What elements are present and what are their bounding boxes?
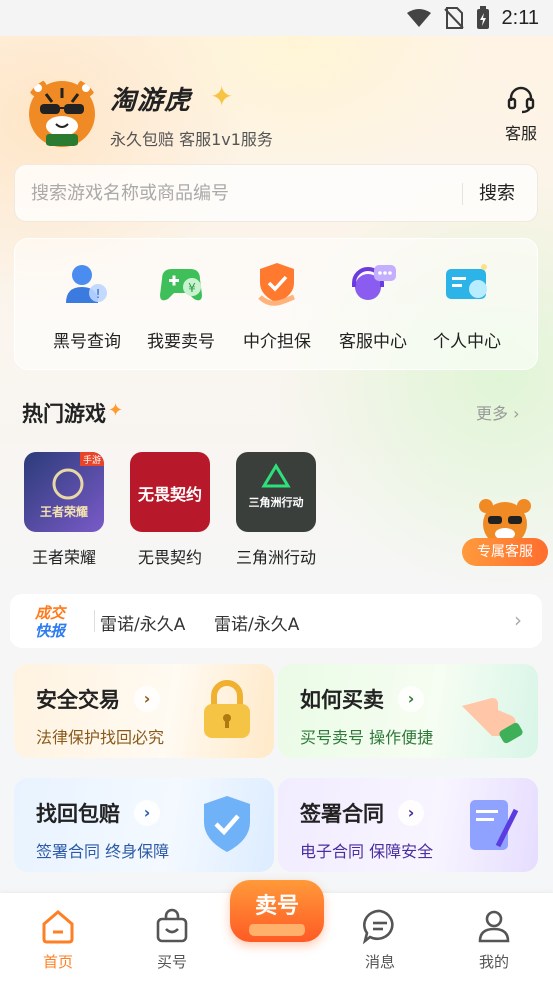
nav-label: 首页 [42,953,73,971]
id-card-icon [446,264,487,299]
shield-check-icon [258,263,295,306]
game-item-delta-force[interactable]: 三角洲行动 三角洲行动 [226,452,326,568]
how-to-trade-card[interactable]: 如何买卖 › 买号卖号 操作便捷 [278,664,538,758]
user-icon [478,910,510,943]
nav-home[interactable]: 首页 [18,907,98,972]
sparkle-icon: ✦ [210,80,234,113]
card-subtitle: 签署合同 终身保障 [36,842,170,861]
no-sim-icon [443,7,464,29]
headset-chat-icon [352,265,396,300]
nav-label: 消息 [364,953,395,971]
title-sparkle-icon: ✦ [108,400,124,421]
gamepad-icon [249,924,305,936]
nav-messages[interactable]: 消息 [340,907,420,972]
chevron-right-icon: › [398,800,424,826]
user-search-icon: ! [66,265,107,303]
app-name: 淘游虎 [110,86,192,116]
ticker-divider [94,610,95,632]
search-divider [462,183,463,205]
battery-icon [476,6,489,29]
tiger-mascot-icon [479,499,531,544]
badge-bottom: 快报 [35,622,67,640]
game-icon-text: 王者荣耀 [40,504,88,519]
sell-account-fab[interactable]: 卖号 [230,880,324,942]
search-button[interactable]: 搜索 [479,179,515,205]
quick-action-escrow[interactable]: 中介担保 [229,257,325,352]
headset-icon [507,86,535,114]
pointing-hand-icon [462,698,523,744]
quick-action-service-center[interactable]: 客服中心 [325,257,421,352]
status-icons: 2:11 [406,6,539,30]
exclusive-service-button[interactable]: 专属客服 [460,494,550,570]
quick-action-blacklist-check[interactable]: ! 黑号查询 [39,257,135,352]
quick-action-label: 我要卖号 [147,332,215,352]
nav-profile[interactable]: 我的 [454,907,534,972]
ticker-item: 雷诺/永久A [214,615,300,635]
chevron-right-icon: › [513,404,520,423]
contract-icon [470,800,519,850]
chevron-right-icon: › [514,608,522,632]
chevron-right-icon: › [134,686,160,712]
card-subtitle: 买号卖号 操作便捷 [300,728,434,747]
more-games-link[interactable]: 更多 › [476,400,520,424]
game-icon-delta-force: 三角洲行动 [236,452,316,532]
deal-news-badge: 成交 快报 [34,604,67,640]
chevron-right-icon: › [134,800,160,826]
game-item-honor-of-kings[interactable]: 手游 王者荣耀 王者荣耀 [14,452,114,568]
game-icon-valorant: 无畏契约 [130,452,210,532]
svg-text:¥: ¥ [188,281,196,295]
padlock-icon [204,680,250,738]
recovery-guarantee-card[interactable]: 找回包赔 › 签署合同 终身保障 [14,778,274,872]
customer-service-label: 客服 [504,124,537,143]
ticker-item: 雷诺/永久A [100,615,186,635]
shopping-bag-icon [156,908,188,943]
nav-buy[interactable]: 买号 [132,907,212,972]
quick-action-label: 中介担保 [243,332,311,352]
safe-trade-card[interactable]: 安全交易 › 法律保护找回必究 [14,664,274,758]
exclusive-service-label: 专属客服 [462,538,548,566]
quick-actions-card: ! 黑号查询 ¥ 我要卖号 中介担保 客服中心 个人中心 [14,238,538,370]
game-name: 三角洲行动 [235,548,316,567]
card-subtitle: 电子合同 保障安全 [300,842,434,861]
nav-label: 我的 [478,953,509,971]
wifi-icon [406,9,431,27]
hot-games-title: 热门游戏 [22,402,106,426]
sell-label: 卖号 [254,894,299,919]
chevron-right-icon: › [398,686,424,712]
search-bar: 搜索 [14,164,538,222]
customer-service-button[interactable]: 客服 [498,84,544,144]
game-name: 无畏契约 [137,548,202,567]
game-icon-text: 三角洲行动 [249,495,304,509]
svg-text:!: ! [96,287,101,301]
home-icon [42,910,74,944]
tiger-logo-icon [29,79,95,147]
game-name: 王者荣耀 [31,548,96,567]
app-slogan: 永久包赔 客服1v1服务 [110,130,273,149]
game-item-valorant[interactable]: 无畏契约 无畏契约 [120,452,220,568]
shield-icon [204,796,250,852]
quick-action-sell-account[interactable]: ¥ 我要卖号 [133,257,229,352]
quick-action-label: 黑号查询 [53,332,121,352]
nav-label: 买号 [156,953,187,971]
quick-action-label: 客服中心 [339,332,407,352]
card-title: 安全交易 [36,688,120,712]
status-time: 2:11 [501,6,539,29]
quick-action-label: 个人中心 [433,332,501,352]
more-label: 更多 [476,404,509,423]
gamepad-sell-icon: ¥ [160,269,202,301]
card-title: 签署合同 [300,802,384,826]
deal-ticker[interactable]: 成交 快报 雷诺/永久A 雷诺/永久A › [10,594,542,648]
card-subtitle: 法律保护找回必究 [36,728,165,747]
game-tag: 手游 [83,454,101,466]
sign-contract-card[interactable]: 签署合同 › 电子合同 保障安全 [278,778,538,872]
quick-action-personal-center[interactable]: 个人中心 [419,257,515,352]
search-input[interactable] [31,165,451,221]
game-icon-honor-of-kings: 手游 王者荣耀 [24,452,104,532]
badge-top: 成交 [34,604,67,622]
card-title: 如何买卖 [300,688,384,712]
message-icon [362,909,394,945]
card-title: 找回包赔 [36,802,120,826]
game-icon-text: 无畏契约 [137,485,202,504]
